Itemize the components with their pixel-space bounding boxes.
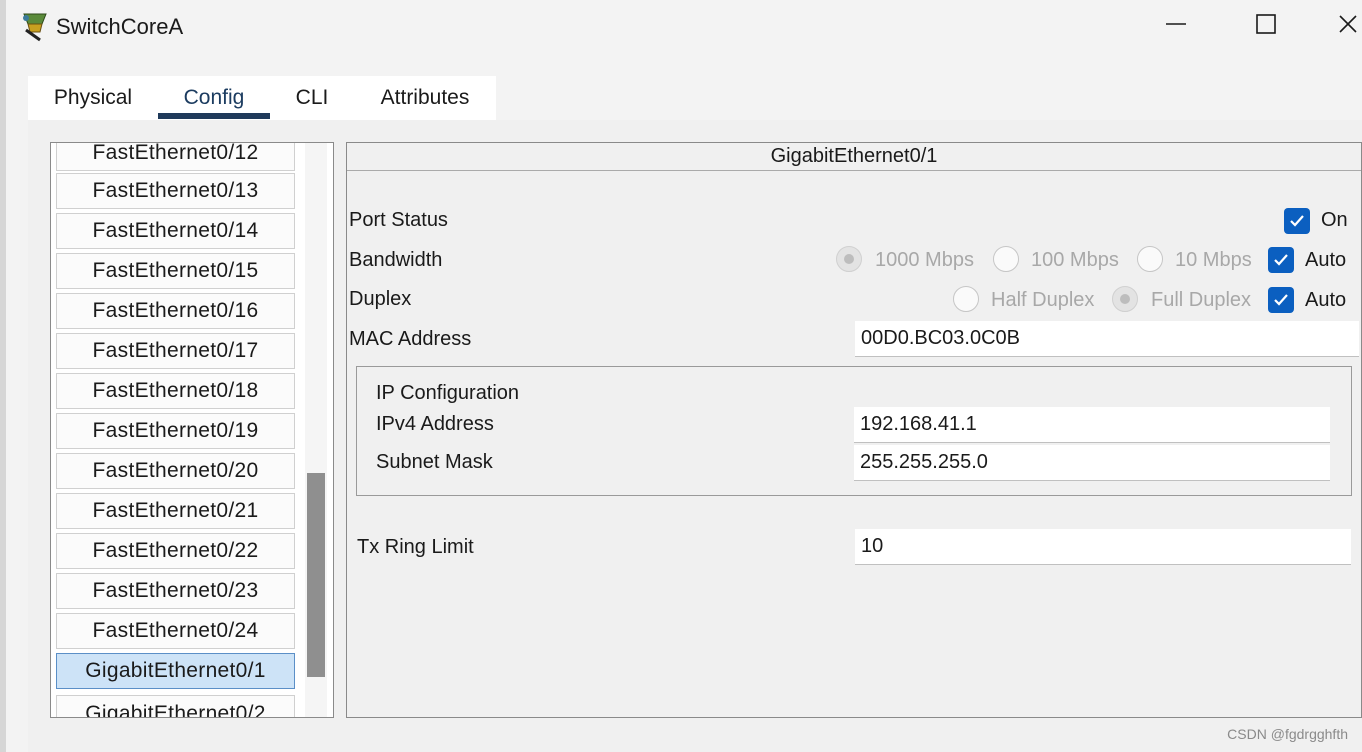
bandwidth-1000-label: 1000 Mbps — [875, 249, 974, 271]
list-item[interactable]: GigabitEthernet0/2 — [56, 695, 295, 717]
title-bar: SwitchCoreA — [6, 0, 1362, 52]
ipv4-address-label: IPv4 Address — [376, 413, 494, 435]
list-item[interactable]: FastEthernet0/16 — [56, 293, 295, 329]
ip-configuration-title: IP Configuration — [376, 382, 520, 404]
app-window: SwitchCoreA Physical Config CLI Attribut… — [0, 0, 1362, 752]
list-item[interactable]: FastEthernet0/15 — [56, 253, 295, 289]
list-item[interactable]: FastEthernet0/22 — [56, 533, 295, 569]
bandwidth-auto-checkbox[interactable] — [1268, 247, 1294, 273]
port-status-on-checkbox[interactable] — [1284, 208, 1310, 234]
minimize-icon — [1165, 13, 1187, 40]
list-item[interactable]: FastEthernet0/21 — [56, 493, 295, 529]
full-duplex-label: Full Duplex — [1151, 289, 1252, 311]
check-icon — [1274, 254, 1288, 266]
close-icon — [1336, 13, 1358, 40]
bandwidth-100-radio[interactable] — [993, 246, 1019, 272]
window-edge — [0, 0, 6, 752]
tab-physical[interactable]: Physical — [28, 76, 158, 120]
subnet-mask-field[interactable]: 255.255.255.0 — [854, 445, 1330, 481]
tab-config[interactable]: Config — [158, 76, 270, 120]
ip-configuration-group: IP Configuration IPv4 Address 192.168.41… — [356, 366, 1352, 496]
list-item-selected[interactable]: GigabitEthernet0/1 — [56, 653, 295, 689]
mac-address-field[interactable]: 00D0.BC03.0C0B — [855, 321, 1359, 357]
check-icon — [1290, 215, 1304, 227]
tx-ring-limit-label: Tx Ring Limit — [357, 536, 474, 558]
maximize-icon — [1255, 13, 1277, 40]
bandwidth-10-radio[interactable] — [1137, 246, 1163, 272]
list-item[interactable]: FastEthernet0/23 — [56, 573, 295, 609]
duplex-auto-label: Auto — [1305, 289, 1347, 311]
duplex-label: Duplex — [349, 288, 412, 310]
interface-list[interactable]: FastEthernet0/12 FastEthernet0/13 FastEt… — [50, 142, 334, 718]
half-duplex-radio[interactable] — [953, 286, 979, 312]
minimize-button[interactable] — [1154, 8, 1198, 44]
ipv4-address-field[interactable]: 192.168.41.1 — [854, 407, 1330, 443]
list-scrollbar-thumb[interactable] — [307, 473, 325, 677]
check-icon — [1274, 294, 1288, 306]
bandwidth-1000-radio[interactable] — [836, 246, 862, 272]
panel-header: GigabitEthernet0/1 — [347, 143, 1361, 171]
switch-app-icon — [20, 10, 50, 42]
bandwidth-100-label: 100 Mbps — [1031, 249, 1119, 271]
duplex-auto-checkbox[interactable] — [1268, 287, 1294, 313]
bandwidth-auto-label: Auto — [1305, 249, 1347, 271]
bandwidth-10-label: 10 Mbps — [1175, 249, 1252, 271]
list-item[interactable]: FastEthernet0/19 — [56, 413, 295, 449]
subnet-mask-label: Subnet Mask — [376, 451, 493, 473]
list-item[interactable]: FastEthernet0/18 — [56, 373, 295, 409]
close-button[interactable] — [1332, 8, 1362, 44]
list-item[interactable]: FastEthernet0/13 — [56, 173, 295, 209]
port-status-on-label: On — [1321, 209, 1348, 231]
bandwidth-label: Bandwidth — [349, 249, 443, 271]
list-item[interactable]: FastEthernet0/20 — [56, 453, 295, 489]
watermark: CSDN @fgdrgghfth — [1227, 726, 1348, 742]
list-item[interactable]: FastEthernet0/12 — [56, 143, 295, 171]
window-title: SwitchCoreA — [56, 14, 184, 39]
tab-cli[interactable]: CLI — [280, 76, 344, 120]
list-item[interactable]: FastEthernet0/14 — [56, 213, 295, 249]
list-item[interactable]: FastEthernet0/24 — [56, 613, 295, 649]
mac-address-label: MAC Address — [349, 328, 472, 350]
tab-attributes[interactable]: Attributes — [364, 76, 486, 120]
list-item[interactable]: FastEthernet0/17 — [56, 333, 295, 369]
full-duplex-radio[interactable] — [1112, 286, 1138, 312]
tab-bar: Physical Config CLI Attributes — [28, 76, 1362, 120]
half-duplex-label: Half Duplex — [991, 289, 1095, 311]
maximize-button[interactable] — [1244, 8, 1288, 44]
tx-ring-limit-field[interactable]: 10 — [855, 529, 1351, 565]
port-status-label: Port Status — [349, 209, 448, 231]
